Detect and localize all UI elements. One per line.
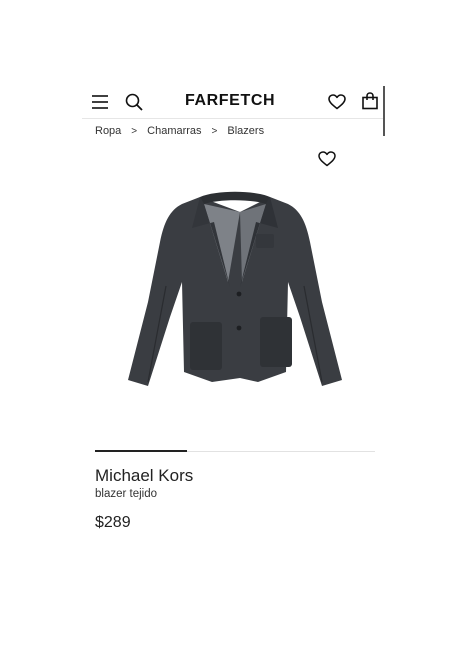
image-gallery-indicator[interactable] — [95, 450, 188, 452]
product-description: blazer tejido — [95, 488, 158, 500]
breadcrumb-separator: > — [131, 125, 138, 137]
shopping-bag-button[interactable] — [360, 90, 380, 112]
blazer-image — [128, 191, 342, 386]
product-price: $289 — [95, 514, 131, 531]
search-icon — [125, 93, 143, 111]
breadcrumb: Ropa > Chamarras > Blazers — [95, 125, 264, 137]
scrollbar[interactable] — [383, 86, 385, 136]
breadcrumb-item-chamarras[interactable]: Chamarras — [147, 125, 201, 137]
product-brand[interactable]: Michael Kors — [95, 466, 193, 486]
product-image[interactable] — [120, 182, 350, 392]
heart-icon — [318, 151, 336, 167]
menu-button[interactable] — [90, 91, 110, 113]
heart-icon — [328, 94, 346, 110]
farfetch-logo[interactable]: FARFETCH — [185, 92, 275, 110]
search-button[interactable] — [123, 91, 145, 113]
hamburger-menu-icon — [92, 95, 108, 109]
wishlist-button[interactable] — [327, 91, 347, 113]
breadcrumb-item-ropa[interactable]: Ropa — [95, 125, 121, 137]
breadcrumb-separator: > — [211, 125, 218, 137]
breadcrumb-item-blazers[interactable]: Blazers — [227, 125, 264, 137]
shopping-bag-icon — [362, 92, 378, 110]
top-navigation-bar: FARFETCH — [82, 86, 384, 119]
add-to-wishlist-button[interactable] — [318, 151, 336, 167]
